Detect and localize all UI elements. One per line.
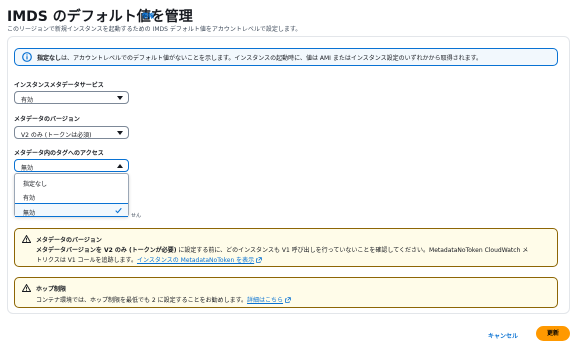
caret-down-icon <box>117 131 123 135</box>
service-select-value: 有効 <box>21 97 34 104</box>
hop-limit-warning-title: ホップ制限 <box>36 286 67 293</box>
version-label: メタデータのバージョン <box>14 116 80 123</box>
external-link-icon <box>256 257 262 263</box>
page-subtitle: このリージョンで新規インスタンスを起動するための IMDS デフォルト値をアカウ… <box>7 26 302 33</box>
tag-access-label: メタデータ内のタグへのアクセス <box>14 150 104 157</box>
dropdown-option-label: 無効 <box>23 210 36 217</box>
info-alert-bold: 指定なし <box>37 55 62 62</box>
version-select[interactable]: V2 のみ (トークンは必須) <box>14 126 129 139</box>
service-select[interactable]: 有効 <box>14 91 129 104</box>
version-warning-text: に設定する前に、どのインスタンスも V1 呼び出しを行っていないことを確認してく… <box>176 247 529 254</box>
info-icon <box>22 52 32 62</box>
dropdown-option-selected[interactable]: 無効 <box>15 203 128 217</box>
version-warning-bold: メタデータバージョンを V2 のみ (トークンが必要) <box>36 247 177 254</box>
info-alert: 指定なしは、アカウントレベルでのデフォルト値がないことを示します。インスタンスの… <box>14 48 558 66</box>
hop-limit-warning-text: コンテナ環境では、ホップ制限を最低でも 2 に設定することをお勧めします。 <box>36 297 248 304</box>
dropdown-option[interactable]: 有効 <box>15 189 128 203</box>
external-link-icon <box>285 297 291 303</box>
tag-access-select[interactable]: 無効 <box>14 159 129 172</box>
version-warning-title: メタデータのバージョン <box>36 237 102 244</box>
learn-more-link[interactable]: 詳細はこちら <box>247 297 283 304</box>
info-link[interactable]: 情報 <box>142 11 154 20</box>
page-title: IMDS のデフォルト値を管理 <box>7 9 193 25</box>
checkmark-icon <box>115 207 122 214</box>
warning-icon <box>22 284 31 292</box>
tag-access-select-value: 無効 <box>21 165 34 172</box>
version-warning-text-2: トリクスは V1 コールを追跡します。 <box>36 257 137 264</box>
version-select-value: V2 のみ (トークンは必須) <box>21 132 92 139</box>
service-label: インスタンスメタデータサービス <box>14 82 104 89</box>
warning-icon <box>22 235 31 243</box>
dropdown-option[interactable]: 指定なし <box>15 175 128 189</box>
dropdown-option-label: 指定なし <box>23 181 48 188</box>
info-alert-text: は、アカウントレベルでのデフォルト値がないことを示します。インスタンスの起動時に… <box>61 55 483 62</box>
caret-up-icon <box>117 164 123 168</box>
hop-limit-warning-alert: ホップ制限 コンテナ環境では、ホップ制限を最低でも 2 に設定することをお勧めし… <box>14 277 558 308</box>
cancel-button[interactable]: キャンセル <box>488 331 518 340</box>
dropdown-option-label: 有効 <box>23 195 36 202</box>
metadata-notoken-link[interactable]: インスタンスの MetadataNoToken を表示 <box>137 257 254 264</box>
tag-access-dropdown: 指定なし 有効 無効 <box>14 173 129 217</box>
version-warning-alert: メタデータのバージョン メタデータバージョンを V2 のみ (トークンが必要) … <box>14 228 558 267</box>
caret-down-icon <box>117 96 123 100</box>
update-button[interactable]: 更新 <box>536 326 570 341</box>
obscured-text: せん <box>131 213 142 219</box>
